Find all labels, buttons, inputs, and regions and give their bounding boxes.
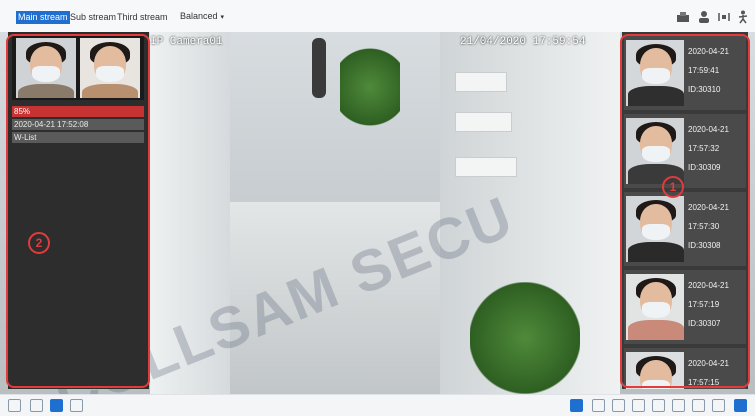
- tab-main-stream[interactable]: Main stream: [16, 11, 70, 24]
- chevron-down-icon: ▾: [220, 14, 225, 21]
- stream-toolbar: Main stream Sub stream Third stream Bala…: [0, 0, 755, 33]
- fit-icon[interactable]: [8, 399, 21, 412]
- bottom-control-bar: [0, 394, 755, 416]
- plant: [470, 282, 580, 394]
- fullscreen-icon[interactable]: [30, 399, 43, 412]
- zoom-fit-icon[interactable]: [70, 399, 83, 412]
- shelf: [455, 157, 517, 177]
- mode-label: Balanced: [180, 11, 218, 21]
- face-compare-icon[interactable]: [734, 399, 747, 412]
- alarm-icon[interactable]: [717, 10, 731, 24]
- walking-person: [312, 38, 326, 98]
- tab-third-stream[interactable]: Third stream: [115, 11, 170, 24]
- datetime-osd: 21/04/2020 17:59:54: [460, 36, 586, 48]
- zoom-in-icon[interactable]: [672, 399, 685, 412]
- tab-sub-stream[interactable]: Sub stream: [68, 11, 118, 24]
- highlight-box-left: [6, 34, 150, 388]
- printer-icon[interactable]: [652, 399, 665, 412]
- badge-1: 1: [662, 176, 684, 198]
- badge-2: 2: [28, 232, 50, 254]
- capture-face-icon[interactable]: [676, 10, 690, 24]
- speaker-icon[interactable]: [612, 399, 625, 412]
- mic-icon[interactable]: [592, 399, 605, 412]
- person-icon[interactable]: [697, 10, 711, 24]
- highlight-box-right: [620, 34, 750, 388]
- human-icon[interactable]: [736, 10, 750, 24]
- stretch-icon[interactable]: [50, 399, 63, 412]
- plant: [340, 42, 400, 132]
- mode-dropdown[interactable]: Balanced ▾: [180, 11, 224, 21]
- zoom-out-icon[interactable]: [692, 399, 705, 412]
- record-icon[interactable]: [570, 399, 583, 412]
- camera-name-osd: IP Camera01: [150, 36, 223, 48]
- ptz-icon[interactable]: [712, 399, 725, 412]
- shelf: [455, 112, 512, 132]
- shelf: [455, 72, 507, 92]
- snapshot-icon[interactable]: [632, 399, 645, 412]
